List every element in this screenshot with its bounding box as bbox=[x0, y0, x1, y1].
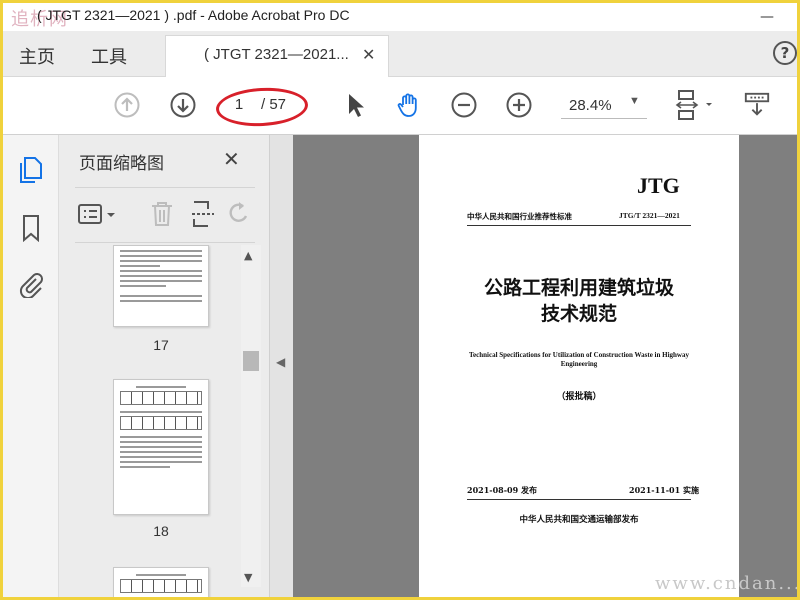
page-display-button[interactable] bbox=[673, 90, 717, 120]
thumbnail-page-19[interactable] bbox=[113, 567, 209, 597]
doc-title-line1: 公路工程利用建筑垃圾 bbox=[483, 277, 674, 299]
hand-tool-button[interactable] bbox=[395, 91, 423, 119]
tab-home[interactable]: 主页 bbox=[19, 43, 55, 69]
left-navigation-rail bbox=[3, 135, 59, 597]
minimize-button[interactable]: — bbox=[747, 3, 787, 31]
panel-title: 页面缩略图 bbox=[79, 154, 164, 174]
arrow-up-circle-icon bbox=[114, 92, 140, 118]
pages-icon bbox=[20, 157, 42, 183]
thumbnail-label-18: 18 bbox=[153, 523, 169, 539]
attachments-button[interactable] bbox=[16, 269, 46, 299]
thumbnail-options-button[interactable] bbox=[77, 202, 121, 232]
previous-page-button[interactable] bbox=[113, 91, 141, 119]
acrobat-window: 追析网 ( JTGT 2321—2021 ) .pdf - Adobe Acro… bbox=[0, 0, 800, 600]
trash-icon bbox=[152, 202, 172, 226]
list-options-icon bbox=[78, 204, 115, 224]
thumbnail-list[interactable]: 17 18 bbox=[59, 245, 269, 597]
page-thumbnails-button[interactable] bbox=[16, 155, 46, 185]
doc-english-title: Technical Specifications for Utilization… bbox=[469, 351, 689, 368]
thumbnail-panel: 页面缩略图 ✕ 17 18 bbox=[59, 135, 269, 597]
thumbnail-scrollbar[interactable]: ▲ ▼ bbox=[241, 245, 261, 587]
bookmarks-button[interactable] bbox=[16, 213, 46, 243]
doc-implement-date: 2021-11-01 实施 bbox=[629, 485, 699, 495]
bookmark-icon bbox=[23, 215, 39, 242]
zoom-out-button[interactable] bbox=[450, 91, 478, 119]
window-title: ( JTGT 2321—2021 ) .pdf - Adobe Acrobat … bbox=[37, 7, 350, 23]
minus-circle-icon bbox=[451, 92, 477, 118]
close-panel-button[interactable]: ✕ bbox=[223, 147, 240, 171]
select-tool-button[interactable] bbox=[341, 91, 369, 119]
thumbnail-label-17: 17 bbox=[153, 337, 169, 353]
page-layout-button[interactable] bbox=[189, 200, 217, 232]
scroll-up-icon[interactable]: ▲ bbox=[244, 249, 252, 262]
page-split-icon bbox=[192, 201, 214, 227]
divider bbox=[467, 225, 691, 226]
site-watermark: www.cndan... bbox=[655, 573, 800, 594]
zoom-select[interactable]: 28.4% ▼ bbox=[561, 95, 647, 119]
paperclip-icon bbox=[19, 273, 43, 298]
next-page-button[interactable] bbox=[169, 91, 197, 119]
plus-circle-icon bbox=[506, 92, 532, 118]
doc-code: JTG/T 2321—2021 bbox=[619, 211, 680, 220]
fit-page-icon bbox=[675, 90, 712, 120]
zoom-value: 28.4% bbox=[569, 97, 612, 114]
scroll-down-icon[interactable]: ▼ bbox=[244, 571, 252, 584]
title-bar: 追析网 ( JTGT 2321—2021 ) .pdf - Adobe Acro… bbox=[3, 3, 797, 31]
arrow-down-circle-icon bbox=[170, 92, 196, 118]
thumbnail-page-18[interactable] bbox=[113, 379, 209, 515]
thumbnail-page-17[interactable] bbox=[113, 245, 209, 327]
chevron-down-icon: ▼ bbox=[629, 95, 640, 107]
rotate-icon bbox=[229, 202, 248, 222]
document-tab-label: ( JTGT 2321—2021... bbox=[204, 46, 349, 63]
collapse-left-icon[interactable]: ◀ bbox=[276, 355, 285, 369]
cursor-arrow-icon bbox=[349, 94, 364, 117]
doc-draft-note: （报批稿） bbox=[556, 392, 602, 402]
document-view[interactable]: JTG 中华人民共和国行业推荐性标准 JTG/T 2321—2021 公路工程利… bbox=[293, 135, 797, 597]
toolbar: 1 / 57 28.4% ▼ bbox=[3, 77, 797, 135]
doc-header-jtg: JTG bbox=[637, 173, 680, 198]
doc-title-line2: 技术规范 bbox=[540, 303, 617, 325]
pdf-page: JTG 中华人民共和国行业推荐性标准 JTG/T 2321—2021 公路工程利… bbox=[419, 135, 739, 597]
tab-tools[interactable]: 工具 bbox=[91, 43, 127, 69]
doc-issue-date: 2021-08-09 发布 bbox=[467, 485, 537, 495]
panel-toolbar bbox=[75, 187, 255, 243]
divider bbox=[467, 499, 691, 500]
hand-icon bbox=[397, 93, 417, 117]
delete-page-button[interactable] bbox=[149, 200, 175, 232]
tab-document[interactable]: ( JTGT 2321—2021... ✕ bbox=[165, 35, 389, 77]
doc-publisher: 中华人民共和国交通运输部发布 bbox=[519, 515, 639, 525]
doc-category: 中华人民共和国行业推荐性标准 bbox=[467, 212, 572, 221]
more-tools-button[interactable] bbox=[743, 91, 771, 119]
close-tab-button[interactable]: ✕ bbox=[362, 45, 375, 64]
print-scroll-icon bbox=[744, 92, 770, 116]
help-icon[interactable]: ? bbox=[773, 41, 797, 65]
panel-collapse-strip[interactable]: ◀ bbox=[269, 135, 293, 597]
tab-bar: 主页 工具 ( JTGT 2321—2021... ✕ ? bbox=[3, 31, 797, 77]
rotate-page-button[interactable] bbox=[227, 200, 251, 232]
zoom-in-button[interactable] bbox=[505, 91, 533, 119]
scroll-thumb[interactable] bbox=[243, 351, 259, 371]
